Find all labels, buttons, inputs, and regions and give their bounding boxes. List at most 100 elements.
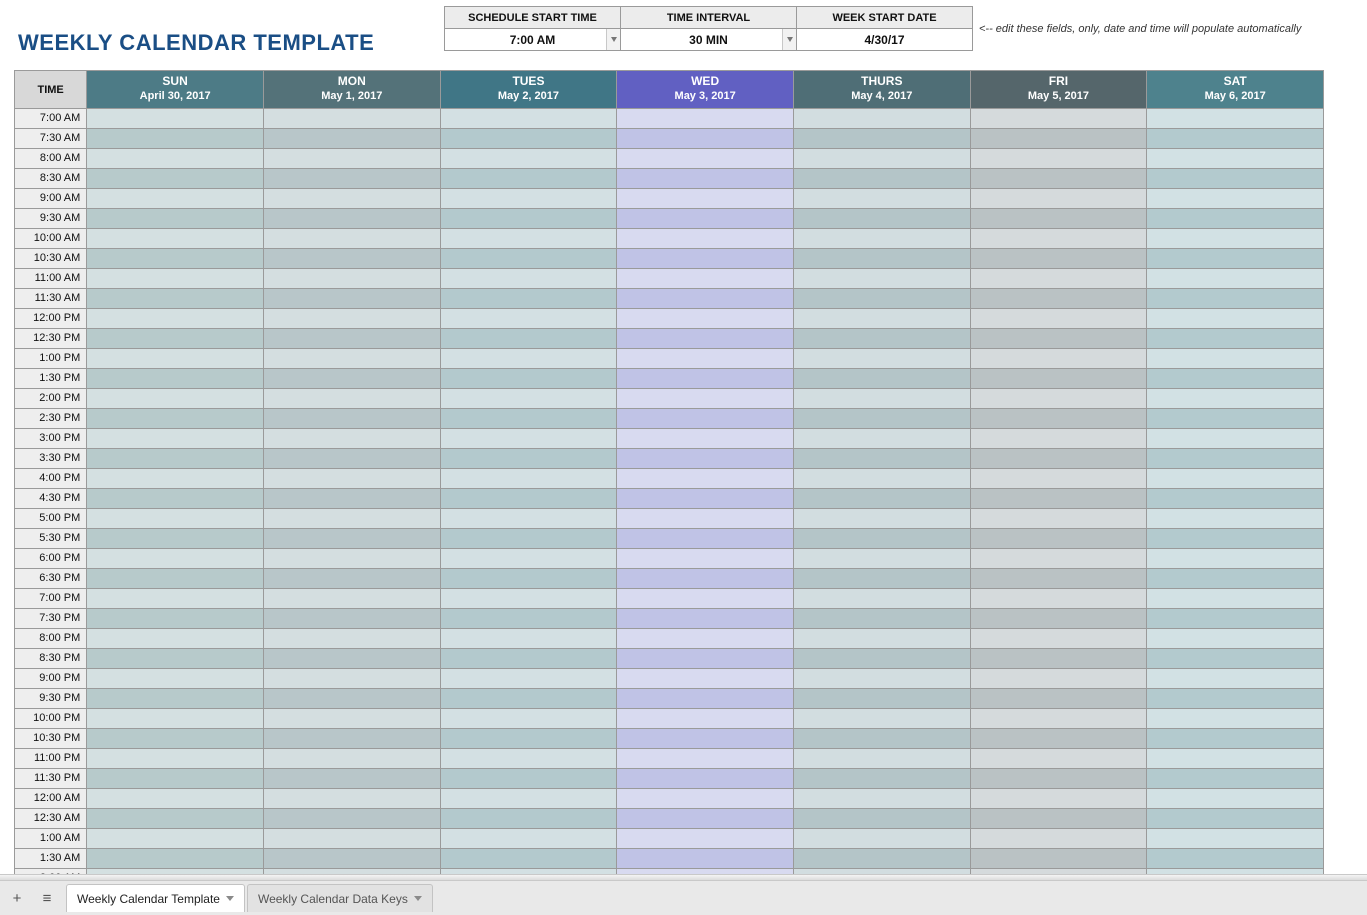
calendar-cell[interactable] bbox=[263, 309, 440, 329]
calendar-cell[interactable] bbox=[87, 489, 264, 509]
calendar-cell[interactable] bbox=[1147, 229, 1324, 249]
calendar-cell[interactable] bbox=[617, 269, 794, 289]
calendar-cell[interactable] bbox=[970, 729, 1147, 749]
calendar-cell[interactable] bbox=[87, 469, 264, 489]
calendar-cell[interactable] bbox=[263, 789, 440, 809]
calendar-cell[interactable] bbox=[617, 709, 794, 729]
calendar-cell[interactable] bbox=[440, 249, 617, 269]
calendar-cell[interactable] bbox=[87, 289, 264, 309]
calendar-cell[interactable] bbox=[440, 309, 617, 329]
calendar-cell[interactable] bbox=[793, 309, 970, 329]
calendar-cell[interactable] bbox=[440, 409, 617, 429]
time-label-cell[interactable]: 12:30 AM bbox=[15, 809, 87, 829]
calendar-cell[interactable] bbox=[617, 429, 794, 449]
calendar-cell[interactable] bbox=[87, 329, 264, 349]
calendar-cell[interactable] bbox=[617, 449, 794, 469]
calendar-cell[interactable] bbox=[970, 249, 1147, 269]
calendar-cell[interactable] bbox=[793, 829, 970, 849]
calendar-cell[interactable] bbox=[793, 149, 970, 169]
calendar-cell[interactable] bbox=[87, 789, 264, 809]
calendar-cell[interactable] bbox=[440, 769, 617, 789]
time-label-cell[interactable]: 8:00 AM bbox=[15, 149, 87, 169]
calendar-cell[interactable] bbox=[617, 769, 794, 789]
calendar-cell[interactable] bbox=[1147, 329, 1324, 349]
calendar-cell[interactable] bbox=[793, 669, 970, 689]
calendar-cell[interactable] bbox=[793, 169, 970, 189]
calendar-cell[interactable] bbox=[617, 689, 794, 709]
calendar-cell[interactable] bbox=[263, 689, 440, 709]
calendar-cell[interactable] bbox=[617, 369, 794, 389]
calendar-cell[interactable] bbox=[440, 629, 617, 649]
calendar-cell[interactable] bbox=[440, 669, 617, 689]
calendar-cell[interactable] bbox=[440, 229, 617, 249]
calendar-cell[interactable] bbox=[970, 189, 1147, 209]
time-label-cell[interactable]: 12:00 PM bbox=[15, 309, 87, 329]
calendar-cell[interactable] bbox=[263, 609, 440, 629]
calendar-cell[interactable] bbox=[793, 109, 970, 129]
calendar-cell[interactable] bbox=[793, 689, 970, 709]
time-label-cell[interactable]: 8:30 PM bbox=[15, 649, 87, 669]
calendar-cell[interactable] bbox=[263, 449, 440, 469]
calendar-cell[interactable] bbox=[617, 309, 794, 329]
chevron-down-icon[interactable] bbox=[414, 896, 422, 901]
calendar-cell[interactable] bbox=[970, 229, 1147, 249]
calendar-cell[interactable] bbox=[970, 749, 1147, 769]
calendar-cell[interactable] bbox=[617, 109, 794, 129]
time-label-cell[interactable]: 10:30 PM bbox=[15, 729, 87, 749]
calendar-cell[interactable] bbox=[617, 229, 794, 249]
calendar-cell[interactable] bbox=[793, 529, 970, 549]
calendar-cell[interactable] bbox=[1147, 189, 1324, 209]
calendar-cell[interactable] bbox=[87, 629, 264, 649]
calendar-cell[interactable] bbox=[970, 509, 1147, 529]
time-label-cell[interactable]: 1:00 PM bbox=[15, 349, 87, 369]
calendar-cell[interactable] bbox=[440, 489, 617, 509]
calendar-cell[interactable] bbox=[1147, 409, 1324, 429]
calendar-cell[interactable] bbox=[263, 189, 440, 209]
calendar-cell[interactable] bbox=[440, 529, 617, 549]
calendar-cell[interactable] bbox=[793, 729, 970, 749]
calendar-cell[interactable] bbox=[1147, 449, 1324, 469]
calendar-cell[interactable] bbox=[87, 169, 264, 189]
calendar-cell[interactable] bbox=[87, 149, 264, 169]
calendar-cell[interactable] bbox=[617, 749, 794, 769]
calendar-cell[interactable] bbox=[87, 709, 264, 729]
calendar-cell[interactable] bbox=[440, 709, 617, 729]
time-label-cell[interactable]: 3:00 PM bbox=[15, 429, 87, 449]
calendar-cell[interactable] bbox=[617, 789, 794, 809]
calendar-cell[interactable] bbox=[1147, 709, 1324, 729]
calendar-cell[interactable] bbox=[1147, 749, 1324, 769]
calendar-cell[interactable] bbox=[617, 609, 794, 629]
calendar-cell[interactable] bbox=[440, 109, 617, 129]
calendar-cell[interactable] bbox=[793, 229, 970, 249]
calendar-cell[interactable] bbox=[970, 849, 1147, 869]
calendar-cell[interactable] bbox=[617, 249, 794, 269]
calendar-cell[interactable] bbox=[1147, 629, 1324, 649]
calendar-cell[interactable] bbox=[793, 569, 970, 589]
calendar-cell[interactable] bbox=[1147, 349, 1324, 369]
calendar-cell[interactable] bbox=[87, 849, 264, 869]
calendar-cell[interactable] bbox=[440, 609, 617, 629]
calendar-cell[interactable] bbox=[440, 449, 617, 469]
calendar-cell[interactable] bbox=[1147, 529, 1324, 549]
calendar-cell[interactable] bbox=[263, 129, 440, 149]
calendar-cell[interactable] bbox=[970, 369, 1147, 389]
dropdown-arrow-icon[interactable] bbox=[606, 29, 620, 50]
calendar-cell[interactable] bbox=[617, 829, 794, 849]
calendar-cell[interactable] bbox=[87, 689, 264, 709]
time-label-cell[interactable]: 12:00 AM bbox=[15, 789, 87, 809]
calendar-cell[interactable] bbox=[263, 749, 440, 769]
calendar-cell[interactable] bbox=[1147, 209, 1324, 229]
calendar-cell[interactable] bbox=[1147, 669, 1324, 689]
calendar-cell[interactable] bbox=[617, 289, 794, 309]
calendar-cell[interactable] bbox=[440, 129, 617, 149]
calendar-cell[interactable] bbox=[970, 569, 1147, 589]
calendar-cell[interactable] bbox=[617, 529, 794, 549]
calendar-cell[interactable] bbox=[793, 349, 970, 369]
calendar-cell[interactable] bbox=[793, 389, 970, 409]
calendar-cell[interactable] bbox=[970, 669, 1147, 689]
calendar-cell[interactable] bbox=[1147, 729, 1324, 749]
calendar-cell[interactable] bbox=[263, 489, 440, 509]
calendar-cell[interactable] bbox=[1147, 509, 1324, 529]
time-label-cell[interactable]: 7:00 AM bbox=[15, 109, 87, 129]
calendar-cell[interactable] bbox=[1147, 489, 1324, 509]
